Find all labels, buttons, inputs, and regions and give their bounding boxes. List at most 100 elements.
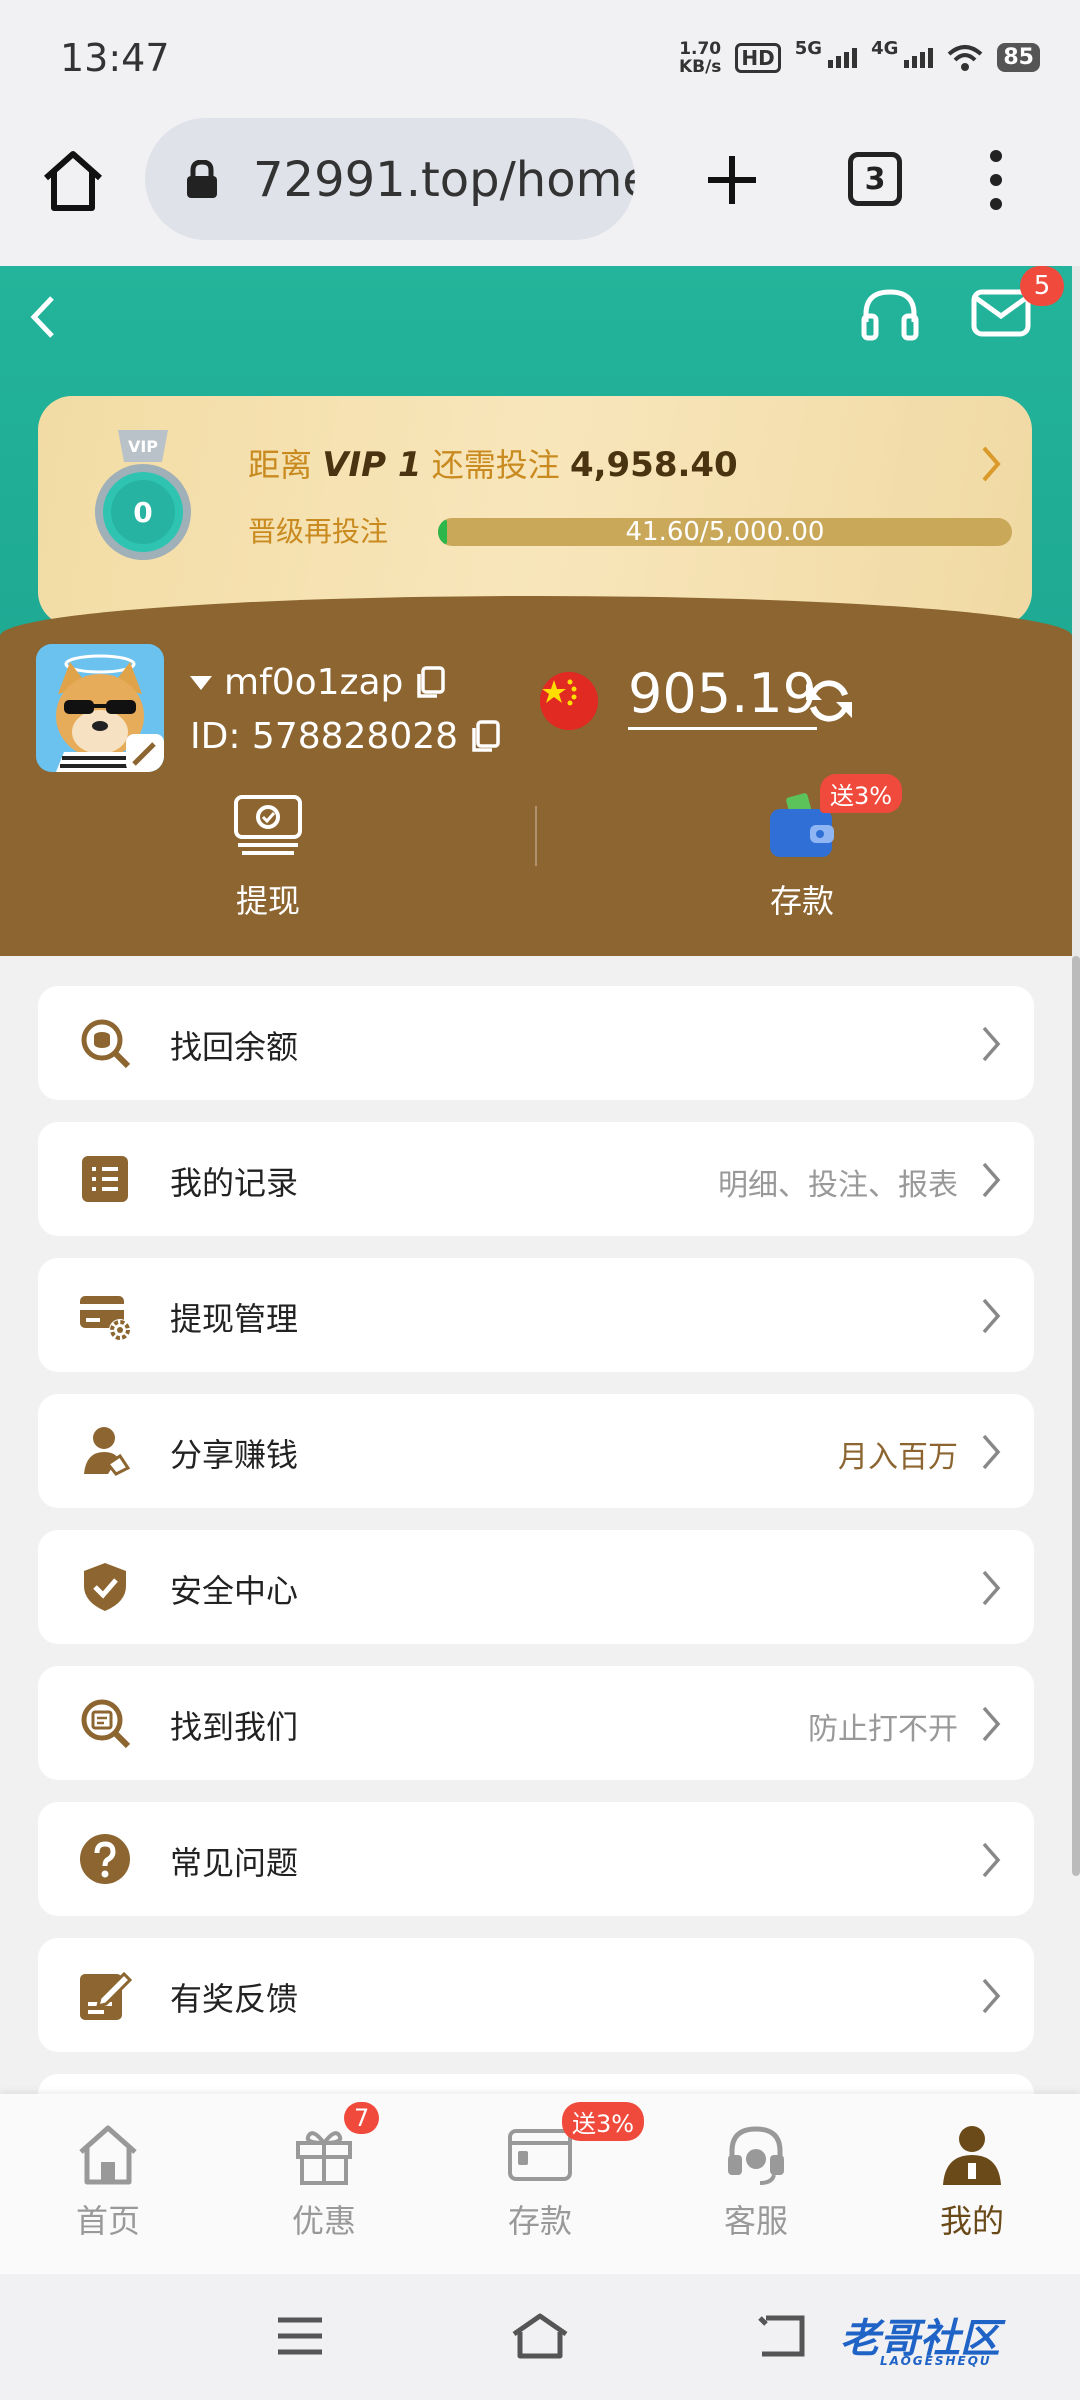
bottom-navigation: 首页 优惠 7 存款 送3% 客服 我的: [0, 2094, 1080, 2274]
chevron-right-icon: [982, 1298, 1001, 1334]
url-bar[interactable]: 72991.top/home: [145, 118, 635, 240]
withdraw-label: 提现: [235, 882, 300, 920]
balance-amount: 905.19: [628, 662, 817, 730]
deposit-promo-badge: 送3%: [820, 774, 903, 813]
home-icon[interactable]: [510, 2312, 570, 2360]
menu-item-faq[interactable]: 常见问题: [38, 1802, 1034, 1916]
list-icon: [82, 1156, 128, 1202]
share-user-icon: [84, 1427, 131, 1476]
menu-label: 提现管理: [170, 1300, 299, 1338]
hd-icon: HD: [735, 42, 781, 73]
back-icon[interactable]: [28, 292, 58, 342]
nav-label: 优惠: [291, 2202, 356, 2240]
status-time: 13:47: [60, 36, 170, 80]
home-icon[interactable]: [40, 148, 106, 214]
net-speed-unit: KB/s: [678, 56, 722, 77]
scrollbar-thumb[interactable]: [1072, 956, 1080, 1876]
menu-extra: 月入百万: [838, 1440, 958, 1475]
nav-label: 客服: [723, 2202, 788, 2240]
chevron-right-icon: [982, 1978, 1001, 2014]
avatar[interactable]: [36, 644, 164, 772]
copy-icon[interactable]: [470, 719, 500, 754]
chevron-right-icon: [982, 1434, 1001, 1470]
deposit-label: 存款: [769, 882, 834, 920]
signal-icon-2: [904, 47, 934, 68]
deposit-nav-badge: 送3%: [562, 2102, 645, 2141]
gift-icon: [296, 2131, 352, 2185]
menu-icon[interactable]: [276, 2316, 324, 2356]
action-divider: [535, 806, 537, 866]
refresh-icon[interactable]: [800, 672, 858, 730]
watermark-logo: 老哥社区 LAOGESHEQU: [840, 2306, 1000, 2368]
doge-avatar-icon: [36, 644, 164, 772]
nav-label: 存款: [507, 2202, 572, 2240]
user-panel: mf0o1zap ID: 578828028 905.19 提现 存款 送3%: [0, 596, 1072, 956]
nav-promotions[interactable]: 优惠: [234, 2120, 414, 2242]
battery-icon: 85: [997, 43, 1040, 72]
card-gear-icon: [80, 1296, 131, 1341]
user-icon: [943, 2126, 1001, 2185]
vip-progress-text: 41.60/5,000.00: [625, 518, 825, 546]
menu-item-share-earn[interactable]: 分享赚钱 月入百万: [38, 1394, 1034, 1508]
caret-down-icon[interactable]: [190, 675, 212, 690]
tab-switcher-button[interactable]: 3: [848, 152, 902, 206]
menu-label: 找回余额: [170, 1028, 299, 1066]
vip-level-name: VIP 1: [322, 445, 422, 485]
menu-extra: 明细、投注、报表: [718, 1168, 958, 1203]
withdraw-button[interactable]: 提现: [168, 786, 368, 922]
home-icon: [79, 2125, 137, 2185]
vip-requirement-text: 距离 VIP 1 还需投注 4,958.40: [248, 440, 738, 486]
net-speed-value: 1.70: [679, 38, 722, 59]
nav-support[interactable]: 客服: [666, 2120, 846, 2242]
wallet-outline-icon: [508, 2129, 572, 2181]
username-text: mf0o1zap: [224, 662, 404, 703]
question-icon: [80, 1834, 130, 1884]
browser-toolbar: 72991.top/home 3: [0, 118, 1080, 266]
menu-item-recover-balance[interactable]: 找回余额: [38, 986, 1034, 1100]
chevron-right-icon: [982, 1706, 1001, 1742]
copy-icon[interactable]: [415, 665, 446, 700]
chevron-right-icon: [982, 1026, 1001, 1062]
nav-home[interactable]: 首页: [18, 2120, 198, 2242]
vip-progress-bar: 41.60/5,000.00: [438, 518, 1012, 546]
chevron-right-icon: [982, 446, 1001, 482]
nav-label: 我的: [939, 2202, 1004, 2240]
chevron-right-icon: [982, 1162, 1001, 1198]
new-tab-icon[interactable]: [706, 154, 758, 206]
menu-item-feedback[interactable]: 有奖反馈: [38, 1938, 1034, 2052]
net-speed: 1.70 KB/s: [679, 40, 721, 76]
menu-item-my-records[interactable]: 我的记录 明细、投注、报表: [38, 1122, 1034, 1236]
browser-menu-icon[interactable]: [988, 150, 1004, 210]
feedback-edit-icon: [80, 1971, 132, 2020]
mail-badge: 5: [1020, 266, 1064, 306]
user-id-text: ID: 578828028: [190, 716, 459, 757]
nav-mine[interactable]: 我的: [882, 2120, 1062, 2242]
search-coin-icon: [81, 1019, 131, 1069]
menu-item-security-center[interactable]: 安全中心: [38, 1530, 1034, 1644]
vip-progress-card[interactable]: VIP 0 距离 VIP 1 还需投注 4,958.40 晋级再投注 41.60…: [38, 396, 1032, 626]
system-navigation-bar: 老哥社区 LAOGESHEQU: [0, 2274, 1080, 2400]
user-id: ID: 578828028: [190, 716, 500, 757]
menu-label: 我的记录: [170, 1164, 299, 1202]
vip-prefix: 距离: [248, 446, 313, 484]
sim2-label: 4G: [871, 38, 899, 59]
menu-item-find-us[interactable]: 找到我们 防止打不开: [38, 1666, 1034, 1780]
menu-label: 有奖反馈: [170, 1980, 299, 2018]
vip-medal-level: 0: [133, 496, 152, 529]
profile-header: 5 VIP 0 距离 VIP 1 还需投注 4,958.40 晋级再投注 41.…: [0, 266, 1072, 956]
menu-label: 找到我们: [170, 1708, 299, 1746]
menu-extra: 防止打不开: [808, 1712, 958, 1747]
back-icon[interactable]: [756, 2314, 806, 2358]
menu-label: 常见问题: [170, 1844, 299, 1882]
headset-icon[interactable]: [860, 286, 920, 342]
status-bar: 13:47 1.70 KB/s HD 5G 4G 85: [0, 0, 1080, 118]
vip-need-amount: 4,958.40: [569, 445, 738, 485]
menu-item-withdraw-management[interactable]: 提现管理: [38, 1258, 1034, 1372]
menu-label: 分享赚钱: [170, 1436, 299, 1474]
nav-label: 首页: [75, 2202, 140, 2240]
china-flag-icon[interactable]: [540, 672, 598, 730]
search-web-icon: [81, 1699, 131, 1749]
promotions-badge: 7: [344, 2102, 380, 2134]
lock-icon: [187, 160, 217, 198]
chevron-right-icon: [982, 1842, 1001, 1878]
